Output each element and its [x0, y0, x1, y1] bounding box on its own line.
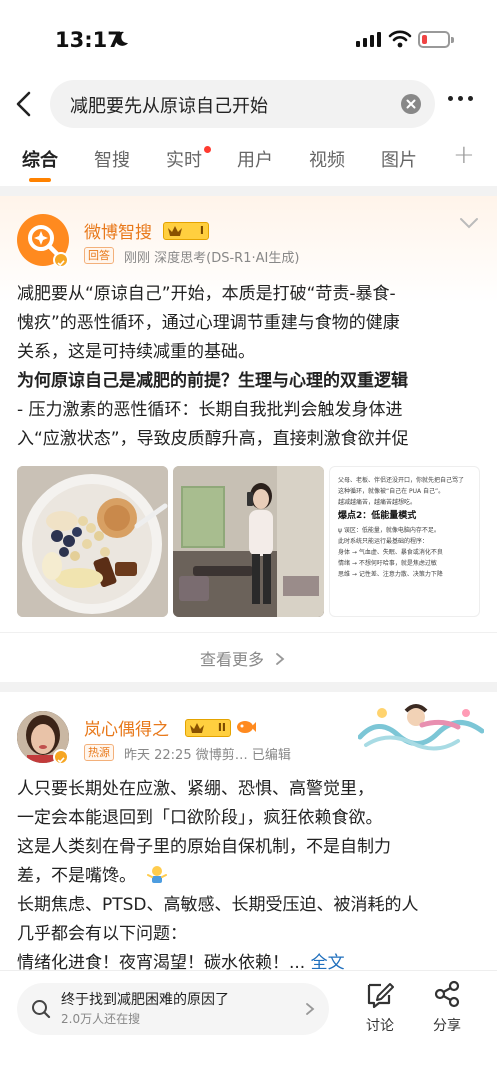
divider: [0, 186, 497, 196]
level-badge: II: [185, 719, 231, 737]
image-text-infographic[interactable]: 父母、老板、伴侣还没开口，你就先把自己骂了 这种循环，就像被“自己在 PUA 自…: [329, 466, 480, 617]
hot-source-tag: 热源: [84, 744, 114, 761]
clear-search-button[interactable]: [401, 94, 421, 114]
share-button[interactable]: 分享: [417, 979, 477, 1035]
post-meta: 刚刚 深度思考(DS-R1·AI生成): [124, 251, 300, 266]
see-more-button[interactable]: 查看更多: [200, 646, 287, 670]
compose-icon: [367, 983, 394, 1009]
shrug-emoji-icon: [147, 866, 168, 883]
tab-realtime[interactable]: 实时: [166, 146, 202, 172]
crown-icon: [190, 723, 204, 733]
discuss-label: 讨论: [366, 1018, 394, 1034]
close-icon: [406, 99, 416, 109]
ai-answer-card[interactable]: 微博智搜 I 回答 刚刚 深度思考(DS-R1·AI生成) 减肥要从“原谅自己”…: [0, 196, 497, 682]
answer-line: 入“应激状态”，导致皮质醇升高，直接刺激食欲并促: [17, 429, 409, 449]
weibo-post-card[interactable]: 岚心偶得之 II 热源 昨天 22:25 微博剪… 已编辑 人只要长期处在应激、…: [0, 693, 497, 983]
more-options-button[interactable]: [448, 96, 473, 101]
back-arrow-icon[interactable]: [12, 90, 36, 118]
mirror-selfie-illustration: [173, 466, 324, 617]
author-name[interactable]: 岚心偶得之: [84, 715, 169, 740]
image-food-bowl[interactable]: [17, 466, 168, 617]
tab-videos[interactable]: 视频: [309, 146, 345, 172]
image-mirror-selfie[interactable]: [173, 466, 324, 617]
answer-body[interactable]: 减肥要从“原谅自己”开始，本质是打破“苛责-暴食- 愧疚”的恶性循环，通过心理调…: [17, 280, 483, 454]
verified-badge-icon: [53, 749, 69, 765]
level-badge-text: I: [199, 224, 204, 237]
answer-heading: 为何原谅自己是减肥的前提？生理与心理的双重逻辑: [17, 371, 408, 391]
answer-line: - 压力激素的恶性循环：长期自我批判会触发身体进: [17, 400, 403, 420]
decorative-wave-sticker-icon: [358, 704, 484, 751]
post-line: 几乎都会有以下问题：: [17, 924, 187, 944]
post-line: 差，不是嘴馋。: [17, 862, 483, 891]
tab-users[interactable]: 用户: [237, 146, 273, 172]
food-bowl-illustration: [17, 466, 168, 617]
realtime-new-dot: [204, 146, 211, 153]
related-hot-search[interactable]: 终于找到减肥困难的原因了 2.0万人还在搜: [17, 983, 329, 1035]
author-name[interactable]: 微博智搜: [84, 218, 152, 243]
discuss-button[interactable]: 讨论: [350, 979, 410, 1035]
wifi-icon: [388, 30, 412, 48]
hot-search-title: 终于找到减肥困难的原因了: [61, 992, 229, 1008]
bottom-bar: 终于找到减肥困难的原因了 2.0万人还在搜 讨论 分享: [0, 970, 497, 1080]
divider: [0, 682, 497, 692]
crown-icon: [168, 226, 182, 236]
moon-icon: [115, 31, 128, 46]
cellular-signal-icon: [356, 32, 381, 47]
active-tab-indicator: [29, 178, 51, 182]
tab-comprehensive[interactable]: 综合: [22, 146, 58, 172]
level-badge: I: [163, 222, 209, 240]
share-icon: [434, 980, 460, 1008]
tab-smart-search[interactable]: 智搜: [94, 146, 130, 172]
answer-line: 关系，这是可持续减重的基础。: [17, 342, 255, 362]
answer-line: 减肥要从“原谅自己”开始，本质是打破“苛责-暴食-: [17, 284, 396, 304]
search-icon: [32, 1000, 51, 1019]
post-line: 长期焦虑、PTSD、高敏感、长期受压迫、被消耗的人: [17, 895, 419, 915]
level-badge-text: II: [217, 721, 226, 734]
tab-images[interactable]: 图片: [381, 146, 417, 172]
post-line: 这是人类刻在骨子里的原始自保机制，不是自制力: [17, 837, 391, 857]
add-tab-icon[interactable]: +: [453, 140, 475, 170]
answer-tag: 回答: [84, 247, 114, 264]
chevron-down-icon[interactable]: [458, 216, 480, 230]
infographic-text: 父母、老板、伴侣还没开口，你就先把自己骂了 这种循环，就像被“自己在 PUA 自…: [338, 477, 465, 578]
search-tabs: 综合 智搜 实时 用户 视频 图片 +: [0, 140, 497, 184]
answer-line: 愧疚”的恶性循环，通过心理调节重建与食物的健康: [17, 313, 400, 333]
hot-search-count: 2.0万人还在搜: [61, 1012, 141, 1026]
see-more-label: 查看更多: [200, 650, 265, 669]
divider: [0, 632, 497, 633]
post-line: 人只要长期处在应激、紧绷、恐惧、高警觉里，: [17, 779, 374, 799]
chevron-right-icon: [276, 653, 285, 665]
status-bar: 13:17: [0, 0, 497, 78]
search-input[interactable]: 减肥要先从原谅自己开始: [50, 80, 435, 128]
fish-badge-icon: [237, 721, 256, 733]
battery-icon: [418, 31, 454, 48]
share-label: 分享: [433, 1018, 461, 1034]
post-meta: 昨天 22:25 微博剪… 已编辑: [124, 748, 291, 763]
post-line: 一定会本能退回到「口欲阶段」，疯狂依赖食欲。: [17, 808, 383, 828]
post-body[interactable]: 人只要长期处在应激、紧绷、恐惧、高警觉里， 一定会本能退回到「口欲阶段」，疯狂依…: [17, 775, 483, 978]
chevron-right-icon: [306, 1003, 315, 1015]
verified-badge-icon: [53, 252, 69, 268]
search-query: 减肥要先从原谅自己开始: [70, 96, 268, 117]
